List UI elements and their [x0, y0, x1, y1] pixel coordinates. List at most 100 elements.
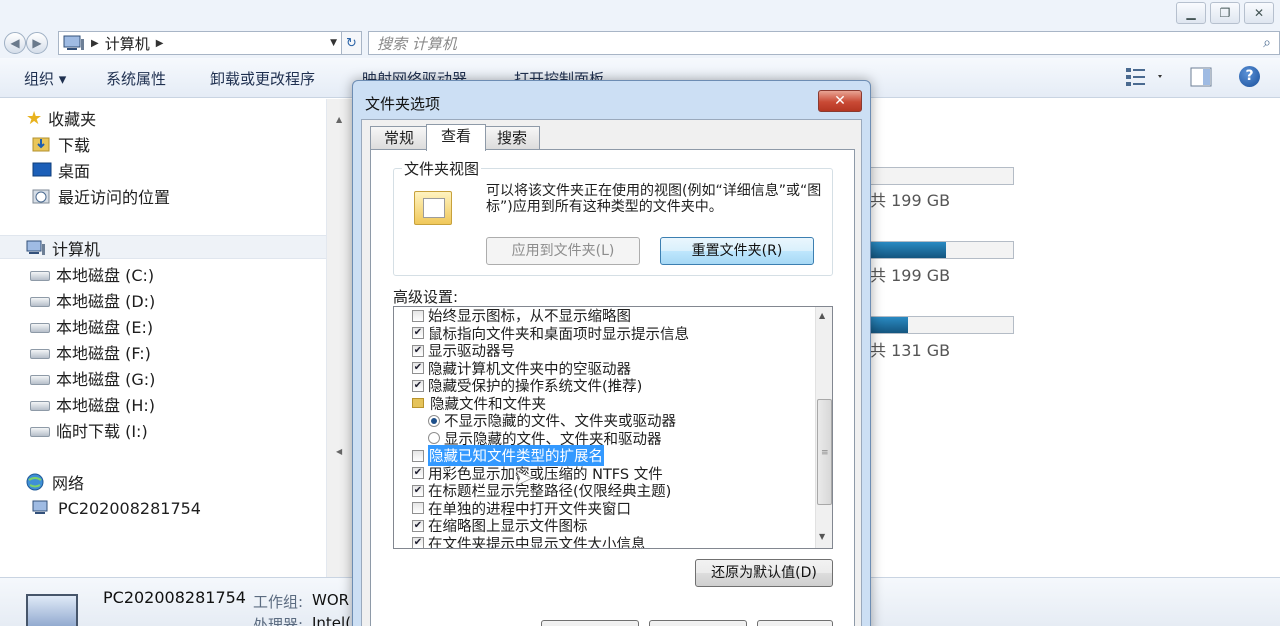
breadcrumb-arrow-icon[interactable]: ▶	[156, 38, 164, 49]
nav-drive-g[interactable]: 本地磁盘 (G:)	[30, 367, 155, 389]
hard-drive-icon	[30, 401, 50, 411]
setting-item[interactable]: ✔ 鼠标指向文件夹和桌面项时显示提示信息	[412, 325, 689, 343]
nav-downloads[interactable]: 下载	[32, 133, 90, 155]
checkbox[interactable]	[412, 502, 424, 514]
breadcrumb-arrow-icon[interactable]: ▶	[91, 38, 99, 49]
setting-item[interactable]: ✔ 隐藏计算机文件夹中的空驱动器	[412, 360, 631, 378]
apply-button[interactable]	[757, 620, 833, 626]
setting-item[interactable]: ✔ 在文件夹提示中显示文件大小信息	[412, 535, 646, 549]
dialog-close-button[interactable]: ✕	[818, 90, 862, 112]
setting-item[interactable]: ✔ 在缩略图上显示文件图标	[412, 517, 588, 535]
system-properties-button[interactable]: 系统属性	[106, 68, 166, 89]
nav-recent-places[interactable]: 最近访问的位置	[32, 185, 170, 207]
setting-item[interactable]: 在单独的进程中打开文件夹窗口	[412, 500, 631, 518]
tab-general[interactable]: 常规	[370, 126, 428, 149]
folder-icon	[412, 398, 424, 408]
nav-label: 本地磁盘 (H:)	[56, 396, 155, 415]
scroll-up-arrow-icon[interactable]: ▲	[336, 115, 342, 124]
checkbox[interactable]	[412, 449, 424, 462]
address-bar[interactable]: ▶ 计算机 ▶ ▼	[58, 31, 342, 55]
checkbox-checked[interactable]: ✔	[412, 379, 424, 392]
capacity-bar	[870, 241, 1014, 259]
capacity-fill	[871, 242, 947, 258]
capacity-text: 共 131 GB	[870, 341, 951, 360]
reset-folders-button[interactable]: 重置文件夹(R)	[660, 237, 814, 265]
radio[interactable]	[428, 432, 440, 444]
hard-drive-icon	[30, 375, 50, 385]
scroll-down-arrow-icon[interactable]: ◀	[336, 447, 342, 456]
tab-search[interactable]: 搜索	[484, 126, 540, 149]
forward-button[interactable]: ▶	[26, 32, 48, 54]
scroll-down-arrow-icon[interactable]: ▼	[819, 532, 825, 541]
mouse-cursor-icon: ➤	[514, 466, 533, 491]
apply-to-folders-button[interactable]: 应用到文件夹(L)	[486, 237, 640, 265]
preview-pane-icon[interactable]	[1190, 66, 1212, 88]
address-dropdown-icon[interactable]: ▼	[330, 38, 337, 48]
checkbox-checked[interactable]: ✔	[412, 484, 424, 497]
nav-desktop[interactable]: 桌面	[32, 159, 90, 181]
close-window-button[interactable]: ✕	[1244, 2, 1274, 24]
organize-menu[interactable]: 组织 ▾	[24, 68, 66, 89]
workgroup-label: 工作组:	[253, 593, 304, 611]
advanced-settings-list[interactable]: 始终显示图标，从不显示缩略图 ✔ 鼠标指向文件夹和桌面项时显示提示信息 ✔ 显示驱动…	[393, 306, 833, 549]
nav-label: 本地磁盘 (C:)	[56, 266, 155, 285]
help-icon[interactable]: ?	[1239, 66, 1260, 87]
checkbox[interactable]	[412, 309, 424, 322]
setting-item[interactable]: 始终显示图标，从不显示缩略图	[412, 307, 631, 325]
uninstall-program-button[interactable]: 卸载或更改程序	[210, 68, 315, 89]
view-tab-panel: 文件夹视图 可以将该文件夹正在使用的视图(例如“详细信息”或“图标”)应用到所有…	[370, 149, 855, 626]
maximize-button[interactable]: ❐	[1210, 2, 1240, 24]
scrollbar-thumb[interactable]: ≡	[817, 399, 832, 505]
setting-group: 隐藏文件和文件夹	[412, 395, 546, 413]
scroll-up-arrow-icon[interactable]: ▲	[819, 311, 825, 320]
checkbox-checked[interactable]: ✔	[412, 537, 424, 548]
nav-computer[interactable]: 计算机	[26, 237, 100, 259]
nav-drive-f[interactable]: 本地磁盘 (F:)	[30, 341, 151, 363]
view-options-icon[interactable]	[1126, 66, 1166, 88]
setting-item[interactable]: ✔ 用彩色显示加密或压缩的 NTFS 文件	[412, 465, 663, 483]
nav-drive-e[interactable]: 本地磁盘 (E:)	[30, 315, 153, 337]
radio-selected[interactable]	[428, 414, 440, 427]
dialog-body: 常规 查看 搜索 文件夹视图 可以将该文件夹正在使用的视图(例如“详细信息”或“…	[361, 119, 862, 626]
ok-button[interactable]	[541, 620, 639, 626]
star-icon: ★	[26, 107, 43, 129]
search-icon[interactable]: ⌕	[1263, 35, 1271, 51]
nav-scrollbar[interactable]: ▲ ◀	[327, 99, 353, 577]
dialog-title: 文件夹选项	[365, 95, 441, 113]
search-input[interactable]: 搜索 计算机 ⌕	[368, 31, 1280, 55]
tab-view[interactable]: 查看	[426, 124, 486, 151]
hard-drive-icon	[30, 349, 50, 359]
minimize-button[interactable]: ▁	[1176, 2, 1206, 24]
checkbox-checked[interactable]: ✔	[412, 519, 424, 532]
capacity-bar	[870, 316, 1014, 334]
back-button[interactable]: ◀	[4, 32, 26, 54]
hard-drive-icon	[30, 427, 50, 437]
nav-network[interactable]: 网络	[26, 471, 84, 493]
nav-drive-h[interactable]: 本地磁盘 (H:)	[30, 393, 155, 415]
setting-item[interactable]: 不显示隐藏的文件、文件夹或驱动器	[428, 412, 676, 430]
setting-item[interactable]: ✔ 在标题栏显示完整路径(仅限经典主题)	[412, 482, 671, 500]
checkbox-checked[interactable]: ✔	[412, 344, 424, 357]
settings-scrollbar[interactable]: ▲ ≡ ▼	[815, 307, 832, 548]
setting-item-highlighted[interactable]: 隐藏已知文件类型的扩展名	[412, 445, 604, 466]
nav-network-pc[interactable]: PC202008281754	[32, 497, 201, 519]
address-row: ◀ ▶ ▶ 计算机 ▶ ▼ ↻ 搜索 计算机 ⌕	[0, 28, 1280, 58]
nav-drive-i[interactable]: 临时下载 (I:)	[30, 419, 148, 441]
workgroup-value: WOR	[312, 591, 350, 609]
setting-item[interactable]: ✔ 隐藏受保护的操作系统文件(推荐)	[412, 377, 642, 395]
checkbox-checked[interactable]: ✔	[412, 362, 424, 374]
restore-defaults-button[interactable]: 还原为默认值(D)	[695, 559, 833, 587]
cpu-label: 处理器:	[253, 616, 304, 626]
setting-item[interactable]: ✔ 显示驱动器号	[412, 342, 515, 360]
nav-favorites[interactable]: ★ 收藏夹	[26, 107, 96, 130]
folder-view-icon	[414, 191, 452, 225]
checkbox-checked[interactable]: ✔	[412, 467, 424, 479]
refresh-icon[interactable]: ↻	[342, 31, 362, 55]
nav-drive-c[interactable]: 本地磁盘 (C:)	[30, 263, 154, 285]
setting-item[interactable]: 显示隐藏的文件、文件夹和驱动器	[428, 430, 662, 448]
checkbox-checked[interactable]: ✔	[412, 327, 424, 339]
breadcrumb-computer[interactable]: 计算机	[105, 33, 150, 54]
cancel-button[interactable]	[649, 620, 747, 626]
setting-label: 在文件夹提示中显示文件大小信息	[428, 536, 646, 549]
nav-drive-d[interactable]: 本地磁盘 (D:)	[30, 289, 155, 311]
